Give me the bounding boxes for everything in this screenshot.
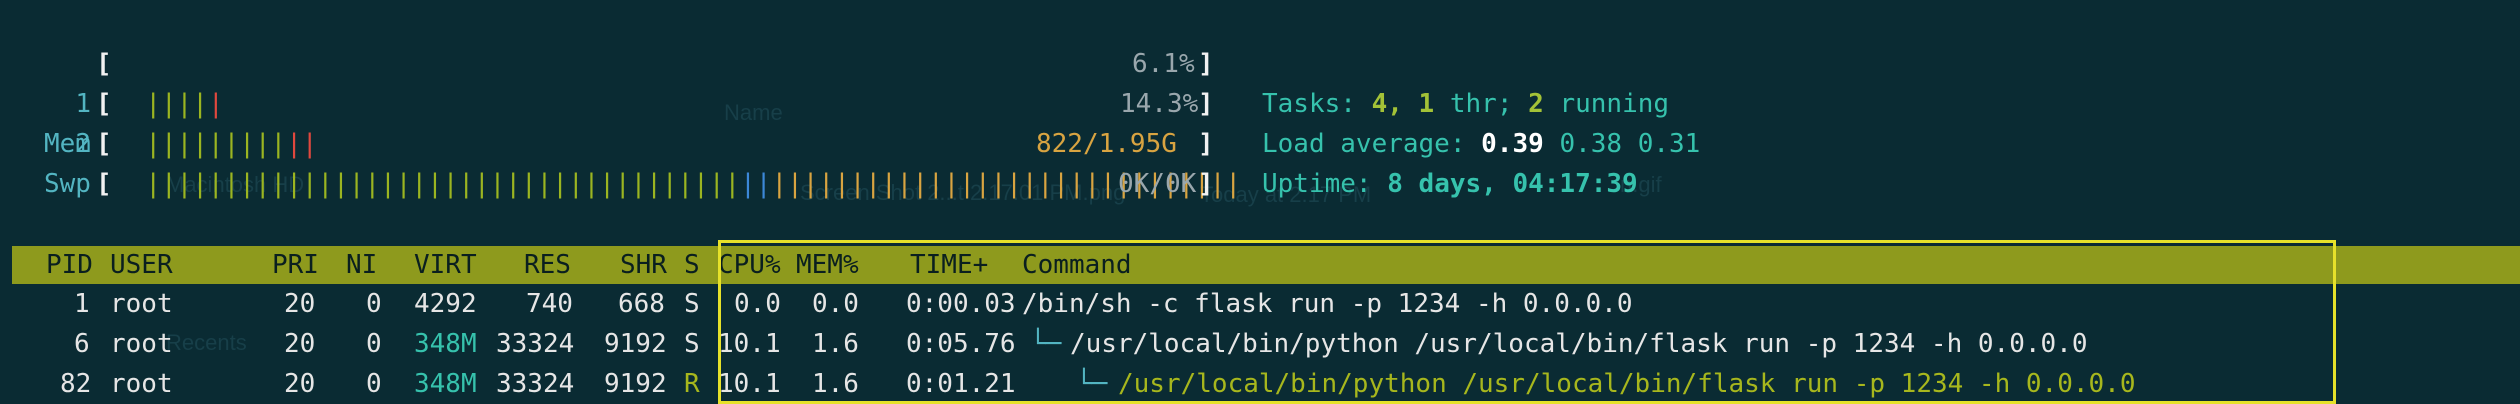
row1-res: 740 [526, 289, 573, 319]
row1-cpu: 0.0 [734, 289, 781, 319]
row1-mem: 0.0 [812, 289, 859, 319]
row3-virt: 348M [414, 369, 477, 399]
row2-virt: 348M [414, 329, 477, 359]
header-res[interactable]: RES [524, 246, 571, 284]
row3-time: 0:01.21 [906, 369, 1016, 399]
row1-pri: 20 [284, 289, 316, 319]
header-state[interactable]: S [684, 246, 700, 284]
row1-shr: 668 [618, 289, 665, 319]
row2-ni: 0 [366, 329, 382, 359]
row2-shr: 9192 [604, 329, 667, 359]
header-user[interactable]: USER [110, 246, 173, 284]
row2-pid: 6 [74, 329, 90, 359]
mem-bracket-close: ] [1198, 129, 1214, 159]
row2-time: 0:05.76 [906, 329, 1016, 359]
cpu1-percent: 6.1% [1132, 49, 1195, 79]
header-virt[interactable]: VIRT [414, 246, 477, 284]
row3-tree-connector: └─ [1076, 369, 1108, 399]
row2-tree-connector: └─ [1030, 329, 1062, 359]
row3-mem: 1.6 [812, 369, 859, 399]
mem-value: 822/1.95G [1036, 129, 1177, 159]
row3-pid: 82 [60, 369, 92, 399]
header-pri[interactable]: PRI [272, 246, 319, 284]
uptime-label: Uptime: [1262, 169, 1372, 199]
header-command[interactable]: Command [1022, 246, 1132, 284]
background-finder-recents: Recents [166, 330, 247, 355]
swp-label: Swp [44, 169, 91, 199]
row1-ni: 0 [366, 289, 382, 319]
row3-ni: 0 [366, 369, 382, 399]
swp-value: 0K/0K [1118, 169, 1197, 199]
row3-user: root [110, 369, 173, 399]
header-mem[interactable]: MEM% [796, 246, 859, 284]
mem-label: Mem [44, 129, 91, 159]
row3-res: 33324 [496, 369, 575, 399]
row2-pri: 20 [284, 329, 316, 359]
row3-command: /usr/local/bin/python /usr/local/bin/fla… [1118, 369, 2136, 399]
cpu2-percent: 14.3% [1120, 89, 1199, 119]
process-table-header: PID USER PRI NI VIRT RES SHR S CPU% MEM%… [12, 246, 2520, 284]
row2-user: root [110, 329, 173, 359]
mem-bracket-open: [ [96, 129, 112, 159]
row2-command: /usr/local/bin/python /usr/local/bin/fla… [1070, 329, 2088, 359]
header-ni[interactable]: NI [346, 246, 377, 284]
header-shr[interactable]: SHR [620, 246, 667, 284]
row1-time: 0:00.03 [906, 289, 1016, 319]
uptime-value: 8 days, 04:17:39 [1387, 169, 1638, 199]
header-pid[interactable]: PID [46, 246, 93, 284]
row1-user: root [110, 289, 173, 319]
cpu1-bracket-open: [ [96, 49, 112, 79]
swp-bracket-close: ] [1198, 169, 1214, 199]
row1-command: /bin/sh -c flask run -p 1234 -h 0.0.0.0 [1022, 289, 1633, 319]
row3-state: R [684, 369, 700, 399]
row2-res: 33324 [496, 329, 575, 359]
row3-cpu: 10.1 [718, 369, 781, 399]
row3-shr: 9192 [604, 369, 667, 399]
row2-cpu: 10.1 [718, 329, 781, 359]
row1-state: S [684, 289, 700, 319]
cpu1-bracket-close: ] [1198, 49, 1214, 79]
row1-pid: 1 [74, 289, 90, 319]
background-finder-name-column: Name [724, 100, 783, 125]
header-time[interactable]: TIME+ [910, 246, 988, 284]
row2-mem: 1.6 [812, 329, 859, 359]
row3-pri: 20 [284, 369, 316, 399]
header-cpu[interactable]: CPU% [718, 246, 781, 284]
cpu2-bracket-close: ] [1198, 89, 1214, 119]
cpu2-bracket-open: [ [96, 89, 112, 119]
row2-state: S [684, 329, 700, 359]
swp-bracket-open: [ [96, 169, 112, 199]
uptime-line: Uptime: 8 days, 04:17:39 [1262, 124, 1638, 204]
load-15min: 0.31 [1637, 129, 1701, 159]
row1-virt: 4292 [414, 289, 477, 319]
